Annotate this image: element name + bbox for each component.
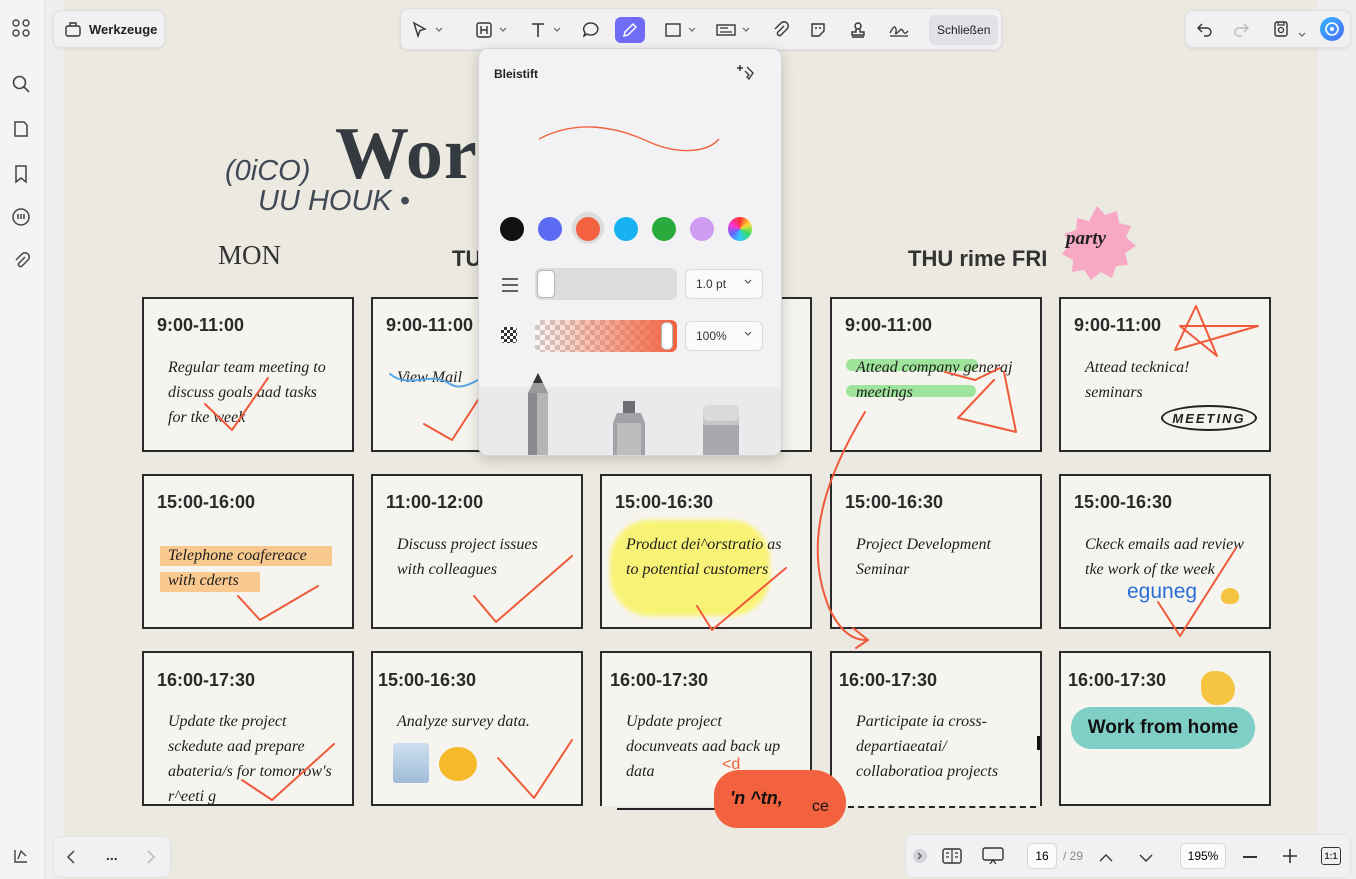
opacity-value: 100% xyxy=(696,329,727,343)
color-swatch-green[interactable] xyxy=(652,217,676,241)
more-options-button[interactable]: ... xyxy=(106,847,118,863)
page-nav-pill: ... xyxy=(53,836,171,878)
page-layout-icon[interactable] xyxy=(942,847,962,870)
color-swatch-cyan[interactable] xyxy=(614,217,638,241)
thickness-slider-handle[interactable] xyxy=(537,270,555,298)
custom-color-picker[interactable] xyxy=(728,217,752,241)
highlighter-pen-icon[interactable] xyxy=(609,399,649,456)
opacity-icon xyxy=(501,327,517,343)
page-down-icon[interactable] xyxy=(1139,850,1153,868)
thickness-value: 1.0 pt xyxy=(696,277,727,291)
zoom-out-icon[interactable] xyxy=(1243,856,1257,858)
pen-type-tray xyxy=(479,373,781,456)
chevron-down-icon xyxy=(744,279,752,284)
presentation-icon[interactable] xyxy=(982,847,1004,870)
thickness-select[interactable]: 1.0 pt xyxy=(685,269,763,299)
chevron-down-icon xyxy=(744,331,752,336)
next-page-icon[interactable] xyxy=(146,850,156,869)
popup-title: Bleistift xyxy=(494,67,539,81)
page-up-icon[interactable] xyxy=(1099,850,1113,868)
actual-size-button[interactable]: 1:1 xyxy=(1321,847,1341,865)
opacity-slider[interactable] xyxy=(535,320,677,352)
thickness-slider[interactable] xyxy=(535,268,677,300)
stroke-preview xyxy=(538,126,720,152)
thickness-icon xyxy=(501,277,519,298)
color-swatch-purple[interactable] xyxy=(690,217,714,241)
color-swatch-blue[interactable] xyxy=(538,217,562,241)
current-page-input[interactable]: 16 xyxy=(1027,843,1057,869)
opacity-slider-handle[interactable] xyxy=(661,322,673,350)
eraser-icon[interactable] xyxy=(701,403,741,456)
total-pages: / 29 xyxy=(1063,849,1084,863)
opacity-select[interactable]: 100% xyxy=(685,321,763,351)
pencil-pen-icon[interactable] xyxy=(521,371,555,455)
add-preset-icon[interactable] xyxy=(737,63,759,88)
prev-page-icon[interactable] xyxy=(66,850,76,869)
pencil-settings-popup: Bleistift 1.0 pt 100% xyxy=(478,48,782,456)
zoom-level-input[interactable]: 195% xyxy=(1180,843,1226,869)
color-swatch-orange[interactable] xyxy=(576,217,600,241)
color-swatch-black[interactable] xyxy=(500,217,524,241)
expand-icon[interactable] xyxy=(913,849,927,863)
zoom-in-icon[interactable] xyxy=(1283,849,1297,868)
